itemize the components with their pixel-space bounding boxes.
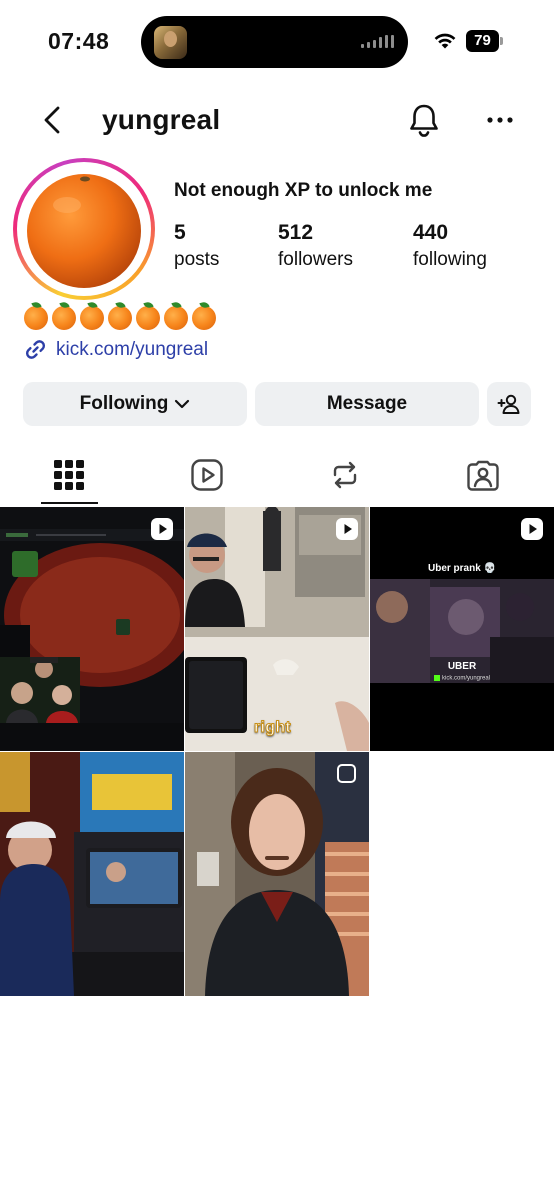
bell-icon[interactable] <box>406 101 442 139</box>
back-arrow-icon[interactable] <box>38 102 68 138</box>
reel-badge <box>150 517 174 541</box>
stat-value: 5 <box>174 221 186 244</box>
following-button-label: Following <box>79 393 169 414</box>
message-button-label: Message <box>326 393 408 414</box>
post-thumbnail-3[interactable]: Uber prank 💀 UBER kick.com/yungreal <box>370 507 554 751</box>
orange-avatar-image <box>22 167 146 291</box>
status-bar: 07:48 79 <box>0 0 554 80</box>
orange-emoji <box>80 306 104 330</box>
tab-grid[interactable] <box>0 452 138 506</box>
suggested-users-button[interactable] <box>487 382 531 426</box>
now-playing-thumbnail <box>154 26 187 59</box>
reel-play-icon <box>521 518 543 540</box>
battery-icon: 79 <box>466 30 503 52</box>
stat-value: 440 <box>413 221 449 244</box>
stat-label: following <box>413 249 487 270</box>
profile-header: yungreal <box>0 90 554 150</box>
battery-level: 79 <box>466 30 499 52</box>
add-user-icon <box>497 394 520 414</box>
bio-link[interactable]: kick.com/yungreal <box>23 337 208 362</box>
link-icon <box>25 340 46 359</box>
stat-value: 512 <box>278 221 314 244</box>
tab-reels[interactable] <box>138 452 276 506</box>
post-title-text: Uber prank 💀 <box>427 563 497 574</box>
post-caption-text: UBER <box>447 661 477 672</box>
carousel-icon <box>337 764 356 783</box>
post-caption-text: right <box>253 719 292 737</box>
post-thumbnail-4[interactable] <box>0 752 184 996</box>
kick-logo-icon <box>433 675 440 681</box>
avatar <box>22 167 146 291</box>
stat-label: followers <box>278 249 353 270</box>
post-image <box>370 507 554 751</box>
bio-emoji-row <box>24 306 216 332</box>
post-image <box>0 507 184 751</box>
post-image <box>185 507 369 751</box>
orange-emoji <box>52 306 76 330</box>
post-thumbnail-2[interactable]: right <box>185 507 369 751</box>
reel-badge <box>335 517 359 541</box>
orange-emoji <box>192 306 216 330</box>
grid-icon <box>54 460 84 490</box>
stat-followers[interactable]: 512 followers <box>278 221 353 271</box>
orange-emoji <box>24 306 48 330</box>
post-thumbnail-5[interactable] <box>185 752 369 996</box>
post-image <box>0 752 184 996</box>
tagged-icon <box>467 460 499 491</box>
stat-following[interactable]: 440 following <box>413 221 487 271</box>
tab-tagged[interactable] <box>414 452 552 506</box>
profile-tabs <box>0 452 554 506</box>
reposts-icon <box>333 461 357 489</box>
active-tab-indicator <box>41 502 98 504</box>
dynamic-island[interactable] <box>141 16 408 68</box>
profile-display-name: Not enough XP to unlock me <box>174 180 433 201</box>
audio-level-icon <box>361 35 394 48</box>
orange-emoji <box>136 306 160 330</box>
reels-icon <box>191 459 223 491</box>
avatar-story-ring[interactable] <box>13 158 155 300</box>
stat-posts[interactable]: 5 posts <box>174 221 219 271</box>
bio-link-text: kick.com/yungreal <box>56 338 209 360</box>
post-thumbnail-1[interactable] <box>0 507 184 751</box>
profile-username: yungreal <box>102 104 221 135</box>
status-time: 07:48 <box>48 28 110 54</box>
orange-emoji <box>108 306 132 330</box>
reel-play-icon <box>336 518 358 540</box>
reel-badge <box>335 762 359 786</box>
post-subcaption: kick.com/yungreal <box>370 675 554 682</box>
following-button[interactable]: Following <box>23 382 247 426</box>
chevron-down-icon <box>175 399 190 409</box>
message-button[interactable]: Message <box>255 382 479 426</box>
reel-badge <box>520 517 544 541</box>
reel-play-icon <box>151 518 173 540</box>
more-horizontal-icon[interactable] <box>484 110 516 130</box>
stat-label: posts <box>174 249 220 270</box>
wifi-icon <box>434 33 456 49</box>
tab-reposts[interactable] <box>276 452 414 506</box>
post-image <box>185 752 369 996</box>
post-subcaption-text: kick.com/yungreal <box>441 675 491 682</box>
orange-emoji <box>164 306 188 330</box>
